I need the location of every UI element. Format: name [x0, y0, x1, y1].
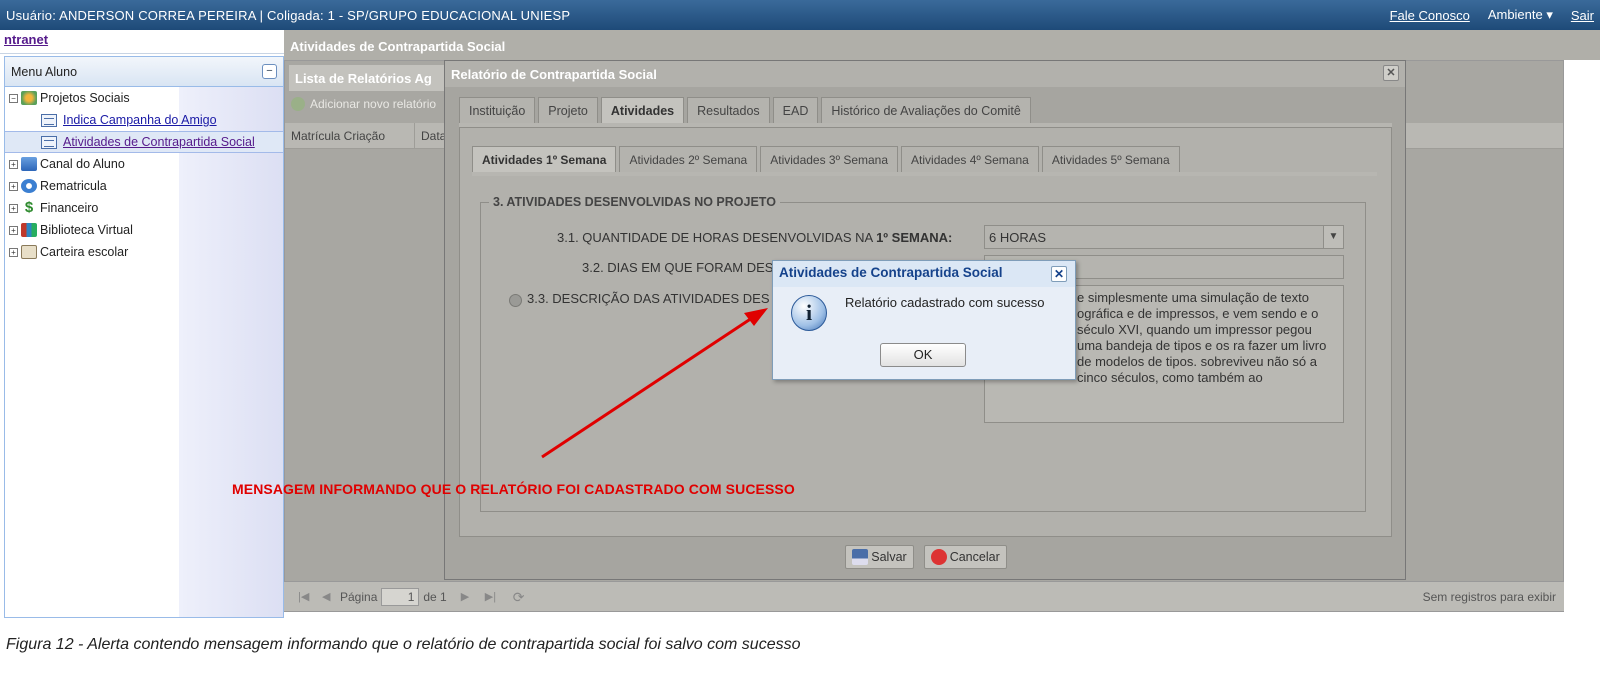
- column-header[interactable]: Data: [415, 123, 446, 148]
- refresh-icon: [21, 179, 37, 193]
- tab-instituicao[interactable]: Instituição: [459, 97, 536, 123]
- tab-atividades[interactable]: Atividades: [600, 97, 685, 123]
- alert-body: i Relatório cadastrado com sucesso OK: [773, 287, 1075, 379]
- pager: |◀ ◀ Página 1 de 1 ▶ ▶| ⟳ Sem registros …: [284, 581, 1564, 611]
- alert-title: Atividades de Contrapartida Social ✕: [773, 261, 1075, 287]
- sidebar: Menu Aluno − − Projetos Sociais Indica C…: [4, 56, 284, 618]
- week-tabs: Atividades 1º Semana Atividades 2º Seman…: [472, 146, 1180, 172]
- page-label: Página: [340, 589, 378, 604]
- success-alert: Atividades de Contrapartida Social ✕ i R…: [772, 260, 1076, 380]
- ok-button[interactable]: OK: [880, 343, 966, 367]
- no-records-text: Sem registros para exibir: [1422, 589, 1556, 604]
- cancel-icon: [930, 549, 947, 565]
- books-icon: [21, 223, 37, 237]
- tab-historico[interactable]: Histórico de Avaliações do Comitê: [821, 97, 1031, 123]
- main-title: Atividades de Contrapartida Social: [284, 30, 1600, 60]
- save-button[interactable]: Salvar: [845, 545, 914, 569]
- last-page-icon[interactable]: ▶|: [485, 591, 497, 603]
- tab-projeto[interactable]: Projeto: [538, 97, 598, 123]
- tab-week-5[interactable]: Atividades 5º Semana: [1041, 146, 1180, 172]
- close-icon[interactable]: ✕: [1383, 65, 1399, 81]
- floppy-icon: [852, 549, 869, 565]
- mail-icon: [21, 157, 37, 171]
- sidebar-item-canal-do-aluno[interactable]: + Canal do Aluno: [5, 153, 283, 175]
- tab-week-2[interactable]: Atividades 2º Semana: [619, 146, 758, 172]
- close-icon[interactable]: ✕: [1051, 266, 1067, 282]
- add-new-button[interactable]: Adicionar novo relatório: [291, 97, 436, 111]
- hours-select[interactable]: 6 HORAS ▼: [984, 225, 1344, 249]
- next-page-icon[interactable]: ▶: [461, 591, 473, 603]
- info-icon: i: [791, 295, 827, 331]
- add-icon: [291, 97, 305, 111]
- sidebar-item-indica-campanha[interactable]: Indica Campanha do Amigo: [5, 109, 283, 131]
- tab-ead[interactable]: EAD: [772, 97, 819, 123]
- document-icon: [41, 135, 57, 149]
- modal-title: Relatório de Contrapartida Social ✕: [445, 61, 1405, 87]
- days-label: 3.2. DIAS EM QUE FORAM DES: [582, 260, 774, 275]
- annotation-text: MENSAGEM INFORMANDO QUE O RELATÓRIO FOI …: [232, 481, 795, 497]
- list-title: Lista de Relatórios Ag: [289, 65, 449, 91]
- sidebar-item-financeiro[interactable]: + $ Financeiro: [5, 197, 283, 219]
- contact-link[interactable]: Fale Conosco: [1390, 8, 1470, 23]
- tab-week-4[interactable]: Atividades 4º Semana: [901, 146, 1039, 172]
- section-title: 3. ATIVIDADES DESENVOLVIDAS NO PROJETO: [489, 195, 780, 209]
- sidebar-title: Menu Aluno: [11, 64, 78, 79]
- description-label: 3.3. DESCRIÇÃO DAS ATIVIDADES DES: [527, 291, 770, 306]
- sidebar-item-atividades[interactable]: Atividades de Contrapartida Social: [5, 131, 283, 153]
- tab-week-1[interactable]: Atividades 1º Semana: [472, 146, 617, 172]
- expand-node-icon[interactable]: +: [9, 159, 18, 169]
- expand-node-icon[interactable]: +: [9, 203, 18, 213]
- environment-menu[interactable]: Ambiente ▾: [1488, 7, 1553, 23]
- sidebar-item-carteira[interactable]: + Carteira escolar: [5, 241, 283, 263]
- sidebar-item-projetos-sociais[interactable]: − Projetos Sociais: [5, 87, 283, 109]
- alert-message: Relatório cadastrado com sucesso: [845, 295, 1045, 310]
- document-icon: [41, 113, 57, 127]
- top-bar-links: Fale Conosco Ambiente ▾ Sair: [1390, 7, 1594, 23]
- dollar-icon: $: [24, 199, 34, 216]
- sidebar-item-biblioteca[interactable]: + Biblioteca Virtual: [5, 219, 283, 241]
- expand-node-icon[interactable]: +: [9, 181, 18, 191]
- expand-node-icon[interactable]: +: [9, 225, 18, 235]
- prev-page-icon[interactable]: ◀: [322, 591, 334, 603]
- expand-node-icon[interactable]: +: [9, 247, 18, 257]
- intranet-link[interactable]: ntranet: [0, 30, 284, 54]
- figure-caption: Figura 12 - Alerta contendo mensagem inf…: [6, 636, 801, 653]
- page-input[interactable]: 1: [381, 587, 420, 606]
- hours-label: 3.1. QUANTIDADE DE HORAS DESENVOLVIDAS N…: [557, 230, 953, 245]
- cancel-button[interactable]: Cancelar: [923, 545, 1007, 569]
- sidebar-header: Menu Aluno −: [5, 57, 283, 87]
- logout-link[interactable]: Sair: [1571, 8, 1594, 23]
- main-tabs: Instituição Projeto Atividades Resultado…: [459, 97, 1031, 123]
- column-header[interactable]: Matrícula Criação: [285, 123, 415, 148]
- sidebar-item-rematricula[interactable]: + Rematricula: [5, 175, 283, 197]
- top-bar: Usuário: ANDERSON CORREA PEREIRA | Colig…: [0, 0, 1600, 30]
- id-card-icon: [21, 245, 37, 259]
- page-count: de 1: [423, 589, 447, 604]
- user-info: Usuário: ANDERSON CORREA PEREIRA | Colig…: [6, 7, 571, 23]
- collapse-icon[interactable]: −: [262, 64, 277, 79]
- refresh-icon[interactable]: ⟳: [513, 590, 525, 604]
- menu-tree: − Projetos Sociais Indica Campanha do Am…: [5, 87, 283, 617]
- chevron-down-icon[interactable]: ▼: [1323, 226, 1343, 248]
- first-page-icon[interactable]: |◀: [298, 591, 310, 603]
- tab-week-3[interactable]: Atividades 3º Semana: [760, 146, 899, 172]
- social-projects-icon: [21, 91, 37, 105]
- tab-resultados[interactable]: Resultados: [687, 97, 770, 123]
- collapse-node-icon[interactable]: −: [9, 93, 18, 103]
- help-icon[interactable]: [509, 294, 522, 307]
- modal-footer: Salvar Cancelar: [445, 545, 1407, 569]
